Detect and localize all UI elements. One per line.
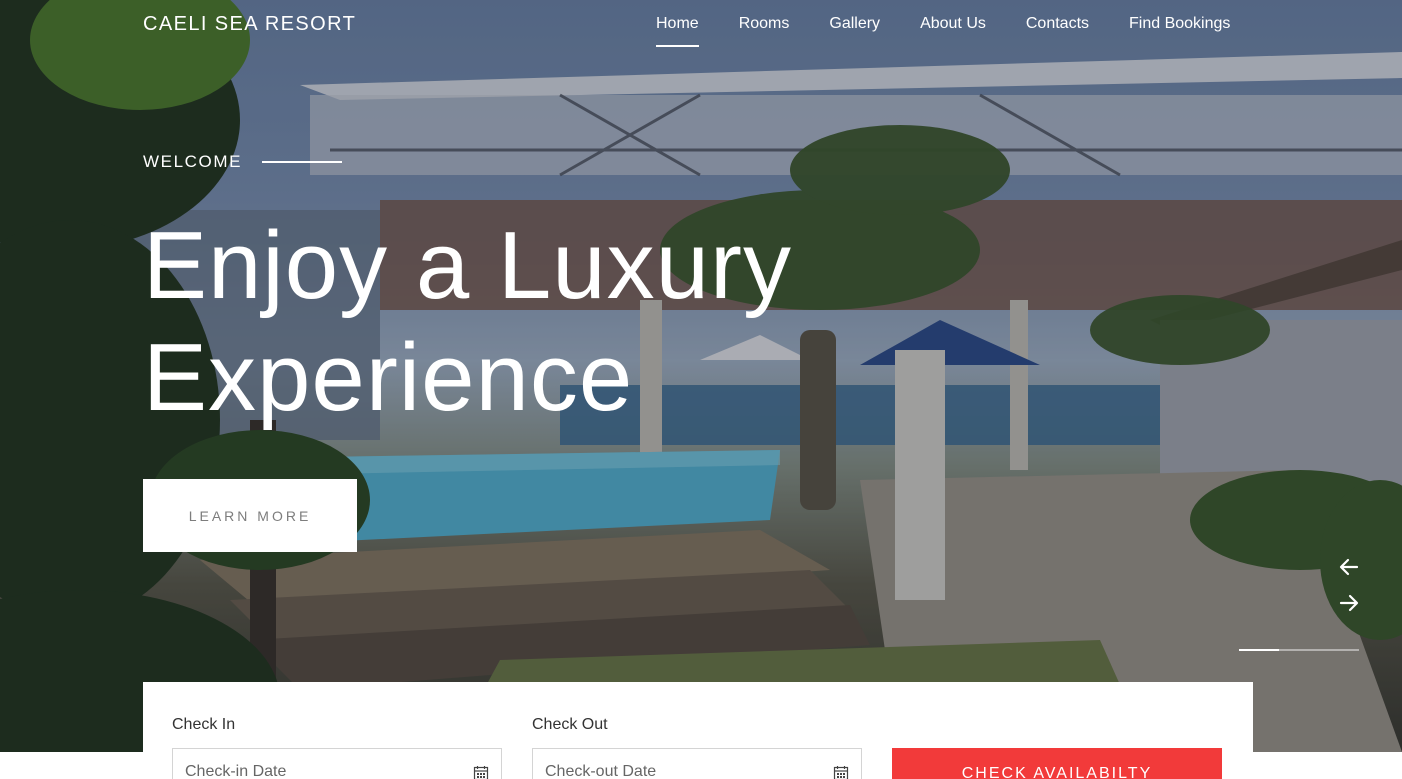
check-availability-button[interactable]: CHECK AVAILABILTY bbox=[892, 748, 1222, 779]
hero-eyebrow-text: WELCOME bbox=[143, 152, 243, 171]
hero-headline-line-2: Experience bbox=[143, 324, 634, 431]
booking-panel: Check In Check Out CHECK AVAILABILTY bbox=[143, 682, 1253, 779]
arrow-right-icon[interactable] bbox=[1337, 591, 1361, 615]
check-out-label: Check Out bbox=[532, 716, 608, 733]
slider-progress-fill bbox=[1239, 649, 1279, 651]
brand-logo[interactable]: CAELI SEA RESORT bbox=[143, 13, 356, 36]
eyebrow-divider bbox=[262, 161, 343, 163]
check-out-field[interactable] bbox=[532, 748, 862, 779]
slider-progress bbox=[1239, 649, 1359, 651]
hero-headline-line-1: Enjoy a Luxury bbox=[143, 212, 793, 319]
hero-eyebrow: WELCOME bbox=[143, 152, 343, 172]
nav-rooms[interactable]: Rooms bbox=[739, 15, 790, 47]
main-navigation: Home Rooms Gallery About Us Contacts Fin… bbox=[656, 15, 1230, 47]
nav-contacts[interactable]: Contacts bbox=[1026, 15, 1089, 47]
arrow-left-icon[interactable] bbox=[1337, 555, 1361, 579]
hero-headline: Enjoy a Luxury Experience bbox=[143, 210, 792, 434]
nav-gallery[interactable]: Gallery bbox=[829, 15, 880, 47]
nav-about-us[interactable]: About Us bbox=[920, 15, 986, 47]
check-in-field[interactable] bbox=[172, 748, 502, 779]
calendar-icon[interactable] bbox=[473, 765, 489, 779]
learn-more-button[interactable]: LEARN MORE bbox=[143, 479, 357, 552]
check-out-input[interactable] bbox=[545, 763, 815, 779]
nav-find-bookings[interactable]: Find Bookings bbox=[1129, 15, 1230, 47]
nav-home[interactable]: Home bbox=[656, 15, 699, 47]
check-in-input[interactable] bbox=[185, 763, 455, 779]
check-in-label: Check In bbox=[172, 716, 236, 733]
calendar-icon[interactable] bbox=[833, 765, 849, 779]
